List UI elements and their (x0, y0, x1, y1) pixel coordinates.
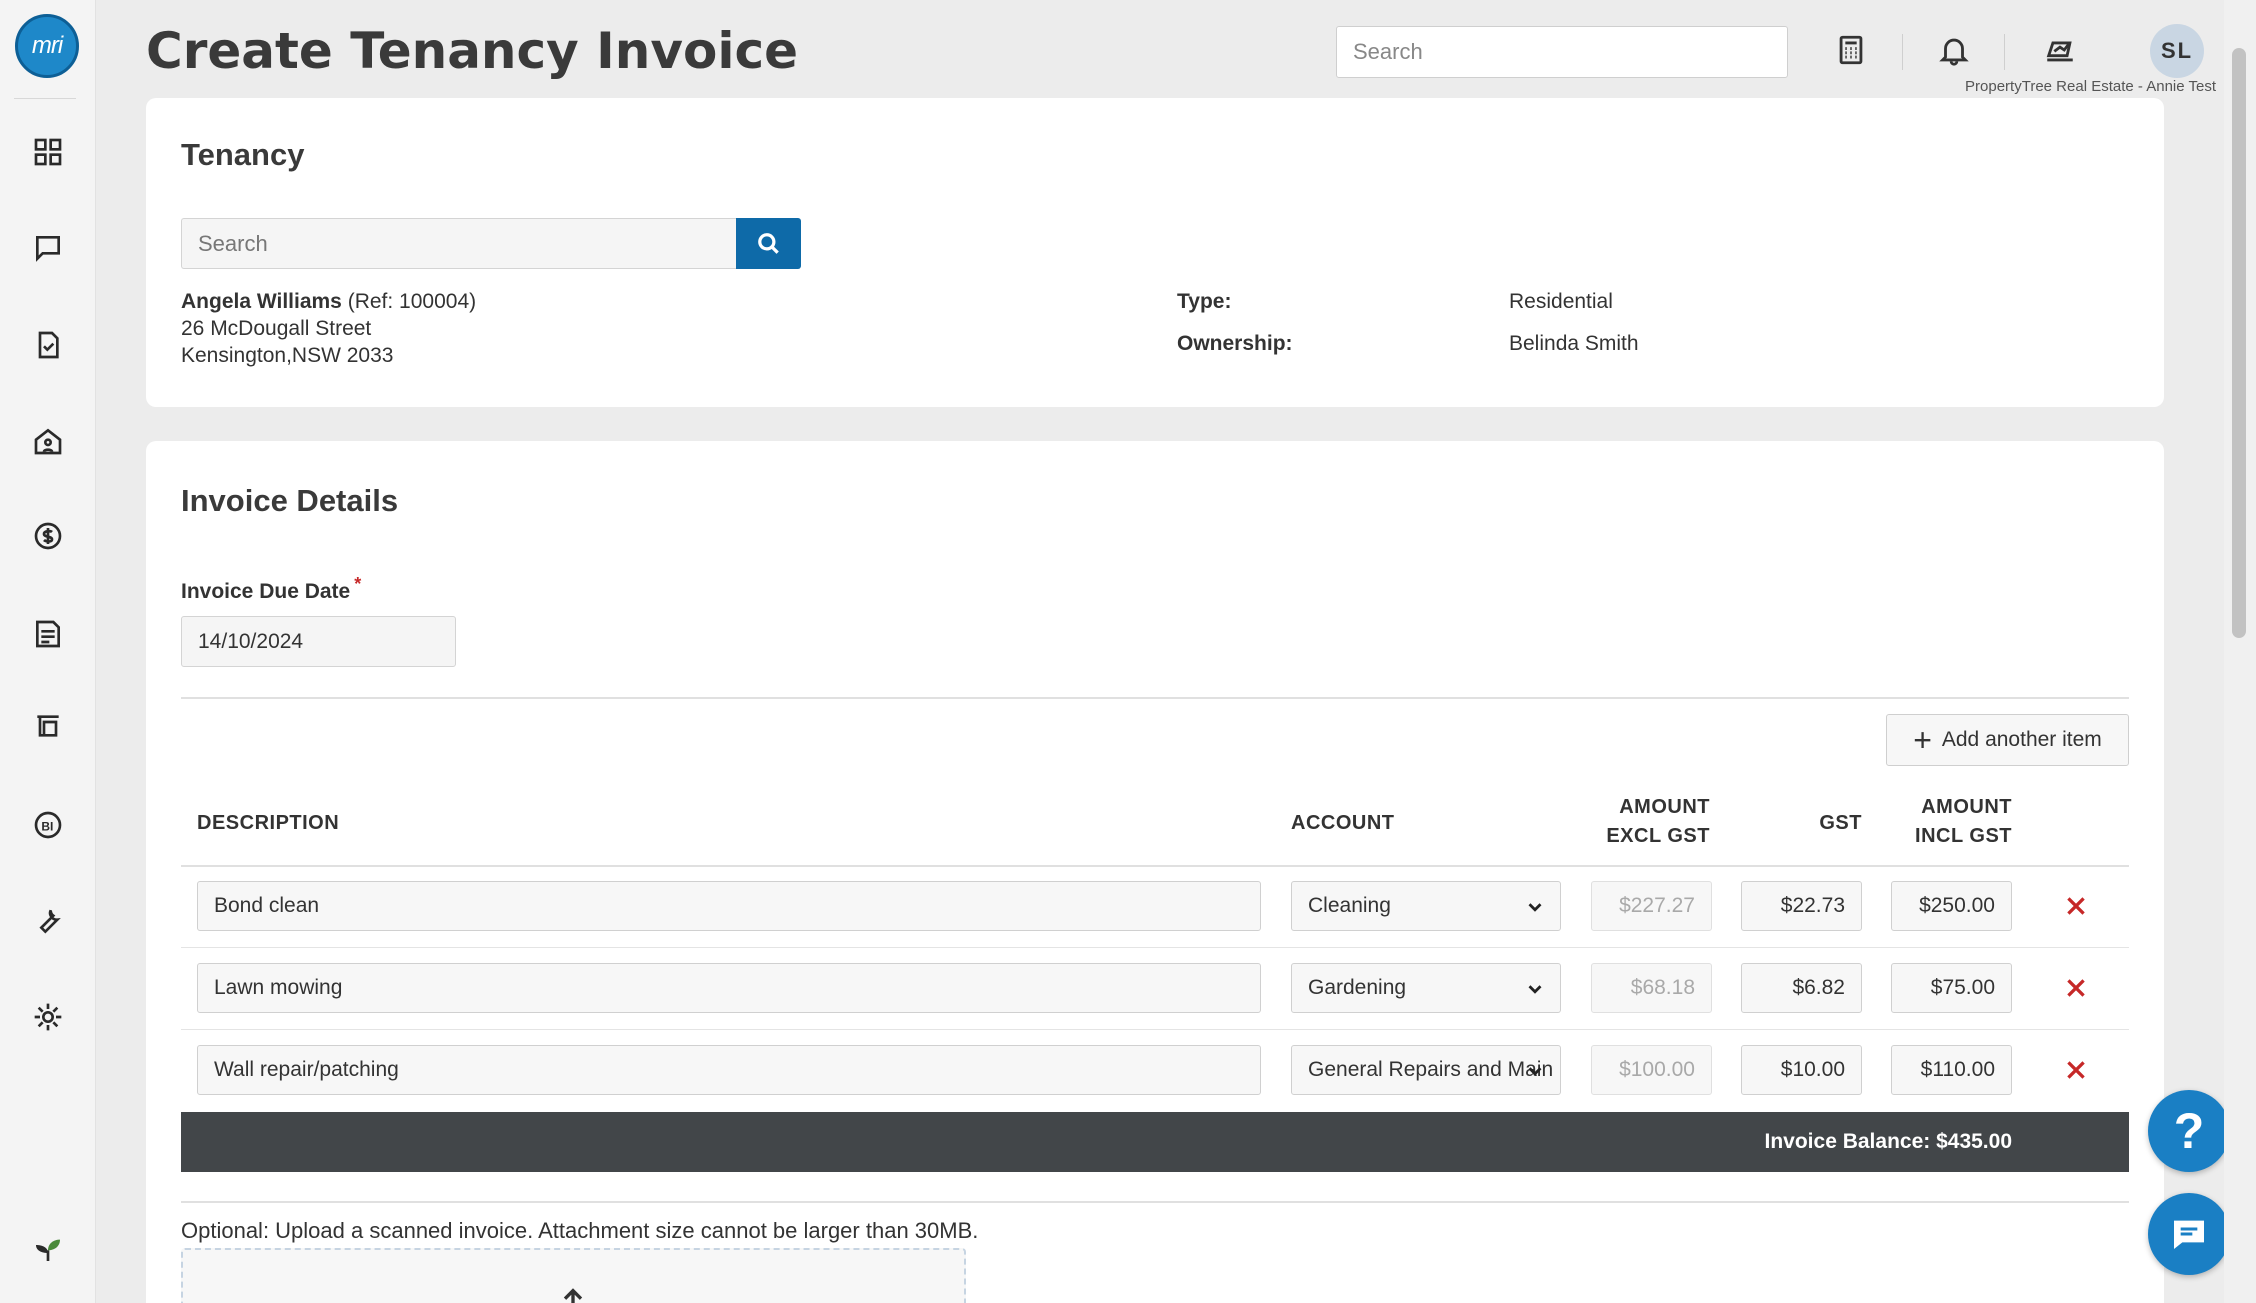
bi-icon[interactable]: BI (28, 805, 68, 845)
upload-icon (557, 1284, 589, 1303)
user-avatar[interactable]: SL (2150, 24, 2204, 78)
page-title: Create Tenancy Invoice (146, 22, 799, 80)
col-amount-incl: AMOUNT INCL GST (1890, 796, 2012, 848)
ownership-label: Ownership: (1177, 332, 1293, 355)
delete-item-icon[interactable] (2060, 972, 2092, 1004)
chevron-down-icon (1524, 1060, 1546, 1082)
help-icon: ? (2173, 1103, 2205, 1159)
col-account: ACCOUNT (1291, 812, 1395, 834)
col-amount-excl: AMOUNT EXCL GST (1590, 796, 1710, 848)
col-amount-excl-line1: AMOUNT (1619, 796, 1710, 818)
item-account-select[interactable]: Gardening (1291, 963, 1561, 1013)
messages-icon[interactable] (28, 228, 68, 268)
dashboard-icon[interactable] (28, 132, 68, 172)
sidebar-divider (14, 98, 76, 99)
search-icon (757, 232, 779, 254)
maintenance-icon[interactable] (28, 901, 68, 941)
logo-text: mri (31, 32, 63, 59)
col-amount-excl-line2: EXCL GST (1606, 825, 1710, 847)
help-button[interactable]: ? (2148, 1090, 2230, 1172)
mri-logo[interactable]: mri (15, 14, 79, 78)
agency-name: PropertyTree Real Estate - Annie Test (1965, 78, 2216, 95)
page-scrollbar[interactable] (2224, 0, 2256, 1303)
address-line2: Kensington,NSW 2033 (181, 344, 394, 367)
item-account-select[interactable]: General Repairs and Main (1291, 1045, 1561, 1095)
item-account-value: Gardening (1308, 976, 1407, 999)
col-amount-incl-line2: INCL GST (1915, 825, 2012, 847)
item-amount-incl-input[interactable]: $110.00 (1891, 1045, 2012, 1095)
upload-note: Optional: Upload a scanned invoice. Atta… (181, 1218, 979, 1243)
due-date-input[interactable] (181, 616, 456, 667)
tenancy-search-button[interactable] (736, 218, 801, 269)
agency-switch-icon[interactable] (2036, 26, 2084, 74)
item-amount-excl: $100.00 (1591, 1045, 1712, 1095)
item-account-select[interactable]: Cleaning (1291, 881, 1561, 931)
invoice-balance-bar: Invoice Balance: $435.00 (181, 1112, 2129, 1172)
table-header-divider (181, 865, 2129, 867)
col-description: DESCRIPTION (197, 812, 340, 834)
tenancy-title: Tenancy (181, 137, 305, 172)
plant-icon[interactable] (28, 1229, 68, 1269)
chevron-down-icon (1524, 978, 1546, 1000)
avatar-initials: SL (2160, 38, 2194, 63)
item-gst-input[interactable]: $6.82 (1741, 963, 1862, 1013)
sidebar: mri BI (0, 0, 96, 1303)
invoice-details-card (146, 441, 2164, 1303)
item-description-input[interactable]: Lawn mowing (197, 963, 1261, 1013)
invoice-balance: Invoice Balance: $435.00 (1764, 1130, 2012, 1153)
col-amount-incl-line1: AMOUNT (1921, 796, 2012, 818)
chevron-down-icon (1524, 896, 1546, 918)
inspections-icon[interactable] (28, 706, 68, 746)
row-divider (181, 947, 2129, 948)
row-divider (181, 1029, 2129, 1030)
tenancy-search-input[interactable] (181, 218, 737, 269)
finance-icon[interactable] (28, 516, 68, 556)
add-item-label: Add another item (1941, 728, 2102, 751)
tenant-line[interactable]: Angela Williams (Ref: 100004) (181, 290, 476, 314)
properties-icon[interactable] (28, 421, 68, 461)
due-date-label-text: Invoice Due Date (181, 580, 351, 603)
required-mark: * (354, 574, 362, 594)
item-amount-incl-input[interactable]: $75.00 (1891, 963, 2012, 1013)
tenant-name: Angela Williams (181, 290, 342, 313)
delete-item-icon[interactable] (2060, 890, 2092, 922)
item-gst-input[interactable]: $22.73 (1741, 881, 1862, 931)
plus-icon: + (1913, 722, 1932, 758)
col-gst: GST (1819, 812, 1862, 834)
item-gst-input[interactable]: $10.00 (1741, 1045, 1862, 1095)
reports-icon[interactable] (28, 614, 68, 654)
svg-text:BI: BI (41, 819, 53, 833)
delete-item-icon[interactable] (2060, 1054, 2092, 1086)
item-account-value: General Repairs and Main (1308, 1058, 1554, 1081)
upload-divider (181, 1201, 2129, 1203)
item-amount-excl: $227.27 (1591, 881, 1712, 931)
tenant-ref: (Ref: 100004) (347, 290, 477, 313)
chat-icon (2174, 1220, 2204, 1249)
item-amount-incl-input[interactable]: $250.00 (1891, 881, 2012, 931)
item-description-input[interactable]: Bond clean (197, 881, 1261, 931)
invoice-details-title: Invoice Details (181, 483, 399, 518)
scrollbar-thumb[interactable] (2232, 48, 2246, 638)
notifications-bell-icon[interactable] (1930, 26, 1978, 74)
address-line1: 26 McDougall Street (181, 317, 372, 340)
tasks-icon[interactable] (28, 325, 68, 365)
type-label: Type: (1177, 290, 1232, 313)
calculator-icon[interactable] (1827, 26, 1875, 74)
global-search-input[interactable] (1336, 26, 1788, 78)
item-amount-excl: $68.18 (1591, 963, 1712, 1013)
header-separator (1902, 34, 1903, 70)
type-value: Residential (1509, 290, 1613, 313)
section-divider (181, 697, 2129, 699)
header-separator (2004, 34, 2005, 70)
due-date-label: Invoice Due Date * (181, 574, 361, 604)
ownership-value: Belinda Smith (1509, 332, 1639, 355)
item-description-input[interactable]: Wall repair/patching (197, 1045, 1261, 1095)
chat-button[interactable] (2148, 1193, 2230, 1275)
item-account-value: Cleaning (1308, 894, 1391, 917)
settings-icon[interactable] (28, 997, 68, 1037)
add-item-button[interactable]: + Add another item (1886, 714, 2129, 766)
